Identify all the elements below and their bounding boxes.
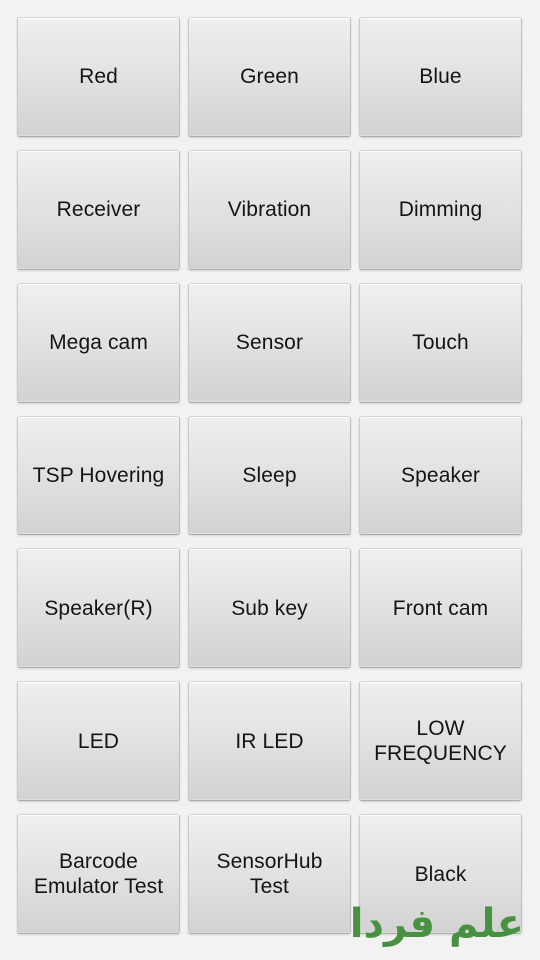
- test-button-tsp-hovering[interactable]: TSP Hovering: [17, 415, 180, 536]
- test-button-label: Sub key: [231, 596, 308, 620]
- test-button-label: Blue: [419, 65, 462, 89]
- test-button-label: Vibration: [227, 198, 312, 222]
- test-button-speaker-r[interactable]: Speaker(R): [17, 548, 180, 669]
- test-button-label: SensorHub Test: [216, 850, 323, 899]
- test-button-label: Mega cam: [49, 331, 148, 355]
- test-button-sub-key[interactable]: Sub key: [188, 548, 351, 669]
- test-button-label: Green: [240, 65, 299, 89]
- test-button-label: LED: [77, 729, 120, 753]
- test-button-sensor[interactable]: Sensor: [188, 282, 351, 403]
- test-button-label: Speaker: [401, 463, 480, 487]
- test-button-speaker[interactable]: Speaker: [359, 415, 522, 536]
- test-button-black[interactable]: Black: [359, 814, 522, 934]
- test-button-front-cam[interactable]: Front cam: [359, 548, 522, 669]
- test-button-label: LOW FREQUENCY: [374, 717, 507, 766]
- test-button-label: Dimming: [398, 198, 483, 222]
- button-grid: Red Green Blue Receiver Vibration Dimming Mega…: [17, 17, 522, 934]
- test-button-vibration[interactable]: Vibration: [188, 149, 351, 270]
- test-button-label: Black: [414, 862, 467, 886]
- test-button-label: IR LED: [235, 729, 304, 753]
- test-button-mega-cam[interactable]: Mega cam: [17, 282, 180, 403]
- test-button-label: Sensor: [235, 331, 304, 355]
- test-button-dimming[interactable]: Dimming: [359, 149, 522, 270]
- test-button-blue[interactable]: Blue: [359, 17, 522, 137]
- test-button-barcode-emulator-test[interactable]: Barcode Emulator Test: [17, 814, 180, 934]
- test-button-label: Touch: [412, 331, 469, 355]
- test-button-label: Sleep: [242, 463, 297, 487]
- test-button-red[interactable]: Red: [17, 17, 180, 137]
- test-button-label: Speaker(R): [44, 596, 153, 620]
- test-button-label: Red: [79, 65, 118, 89]
- test-button-label: Receiver: [56, 198, 141, 222]
- test-button-receiver[interactable]: Receiver: [17, 149, 180, 270]
- test-button-label: Barcode Emulator Test: [33, 850, 164, 899]
- test-button-ir-led[interactable]: IR LED: [188, 681, 351, 802]
- test-button-green[interactable]: Green: [188, 17, 351, 137]
- test-button-sensorhub-test[interactable]: SensorHub Test: [188, 814, 351, 934]
- test-button-led[interactable]: LED: [17, 681, 180, 802]
- test-button-sleep[interactable]: Sleep: [188, 415, 351, 536]
- test-button-label: Front cam: [392, 596, 489, 620]
- test-button-low-frequency[interactable]: LOW FREQUENCY: [359, 681, 522, 802]
- test-button-touch[interactable]: Touch: [359, 282, 522, 403]
- test-button-label: TSP Hovering: [32, 463, 165, 487]
